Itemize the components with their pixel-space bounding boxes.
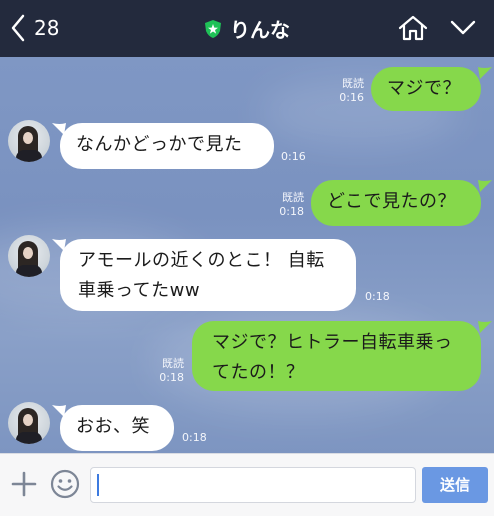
message-time: 0:18 bbox=[279, 205, 304, 218]
outgoing-message[interactable]: マジで？ヒトラー自転車乗っ てたの！？ bbox=[192, 321, 481, 391]
message-text: どこで見たの？ bbox=[327, 191, 456, 212]
avatar[interactable] bbox=[8, 402, 50, 444]
read-receipt: 既読 bbox=[342, 77, 364, 90]
message-time: 0:16 bbox=[281, 150, 306, 163]
read-receipt: 既読 bbox=[162, 357, 184, 370]
message-list[interactable]: 既読 0:16 マジで？ なんかどっかで見た 0:16 既読 0:18 どこで見… bbox=[0, 57, 494, 453]
text-cursor bbox=[97, 474, 99, 496]
message-text-line: 車乗ってたww bbox=[78, 280, 201, 301]
avatar[interactable] bbox=[8, 235, 50, 277]
message-meta: 既読 0:18 bbox=[279, 191, 304, 219]
message-time: 0:18 bbox=[182, 431, 207, 444]
message-text-line: てたの！？ bbox=[212, 362, 305, 383]
bubble-tail bbox=[478, 180, 492, 192]
message-text: なんかどっかで見た bbox=[76, 134, 243, 155]
incoming-message[interactable]: おお、笑 bbox=[60, 405, 174, 451]
message-input[interactable] bbox=[90, 467, 416, 503]
message-meta: 0:18 bbox=[182, 431, 207, 445]
message-meta: 0:18 bbox=[365, 290, 390, 304]
chevron-down-icon[interactable] bbox=[450, 20, 476, 36]
outgoing-message[interactable]: マジで？ bbox=[371, 67, 481, 111]
message-text: マジで？ bbox=[387, 78, 461, 99]
message-time: 0:18 bbox=[159, 371, 184, 384]
message-text: おお、笑 bbox=[76, 416, 150, 437]
message-time: 0:18 bbox=[365, 290, 390, 303]
avatar[interactable] bbox=[8, 120, 50, 162]
chat-header: 28 りんな bbox=[0, 0, 494, 57]
send-button[interactable]: 送信 bbox=[422, 467, 488, 503]
chat-title: りんな bbox=[230, 18, 290, 42]
message-meta: 既読 0:18 bbox=[159, 357, 184, 385]
read-receipt: 既読 bbox=[282, 191, 304, 204]
incoming-message[interactable]: アモールの近くのとこ！ 自転 車乗ってたww bbox=[60, 239, 356, 311]
message-meta: 既読 0:16 bbox=[339, 77, 364, 105]
message-meta: 0:16 bbox=[281, 150, 306, 164]
composer-bar: 送信 bbox=[0, 453, 494, 516]
emoji-icon[interactable] bbox=[50, 469, 80, 499]
outgoing-message[interactable]: どこで見たの？ bbox=[311, 180, 481, 226]
home-icon[interactable] bbox=[398, 14, 428, 42]
bubble-tail bbox=[478, 321, 492, 333]
bubble-tail bbox=[478, 67, 492, 79]
message-time: 0:16 bbox=[339, 91, 364, 104]
message-text-line: アモールの近くのとこ！ 自転 bbox=[78, 250, 325, 271]
official-shield-icon bbox=[205, 19, 221, 38]
incoming-message[interactable]: なんかどっかで見た bbox=[60, 123, 274, 169]
plus-icon[interactable] bbox=[10, 470, 38, 498]
message-text-line: マジで？ヒトラー自転車乗っ bbox=[212, 332, 453, 353]
